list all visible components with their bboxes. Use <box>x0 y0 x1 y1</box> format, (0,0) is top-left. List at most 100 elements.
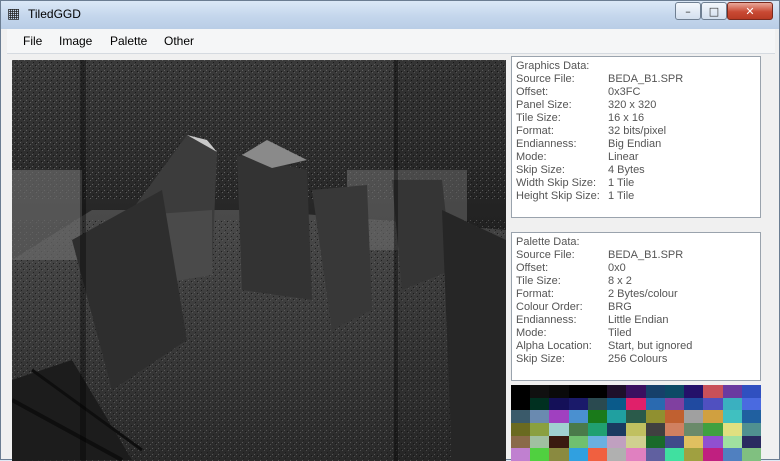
palette-swatch[interactable] <box>645 423 666 436</box>
palette-swatch[interactable] <box>549 448 570 461</box>
palette-swatch[interactable] <box>568 385 589 398</box>
palette-swatch[interactable] <box>684 397 705 411</box>
palette-swatch[interactable] <box>684 435 705 449</box>
palette-swatch[interactable] <box>741 385 761 398</box>
gfx-row: Width Skip Size: 1 Tile <box>516 177 635 189</box>
palette-swatch[interactable] <box>568 410 589 424</box>
palette-swatch[interactable] <box>664 423 685 436</box>
palette-swatch-grid[interactable] <box>511 385 761 461</box>
palette-swatch[interactable] <box>511 385 531 398</box>
menu-palette[interactable]: Palette <box>110 34 147 48</box>
palette-swatch[interactable] <box>568 435 589 449</box>
palette-swatch[interactable] <box>645 397 666 411</box>
palette-swatch[interactable] <box>645 435 666 449</box>
palette-swatch[interactable] <box>587 435 608 449</box>
palette-swatch[interactable] <box>607 385 628 398</box>
palette-swatch[interactable] <box>722 385 743 398</box>
palette-swatch[interactable] <box>722 410 743 424</box>
palette-swatch[interactable] <box>703 435 724 449</box>
palette-swatch[interactable] <box>530 435 551 449</box>
palette-swatch[interactable] <box>741 410 761 424</box>
palette-swatch[interactable] <box>645 385 666 398</box>
palette-swatch[interactable] <box>684 385 705 398</box>
palette-swatch[interactable] <box>530 410 551 424</box>
palette-swatch[interactable] <box>626 423 647 436</box>
palette-swatch[interactable] <box>722 435 743 449</box>
palette-swatch[interactable] <box>587 448 608 461</box>
gfx-row: Source File: BEDA_B1.SPR <box>516 73 684 85</box>
graphics-data-title: Graphics Data: <box>516 60 590 72</box>
app-window: ▦ TiledGGD – □ ✕ File Image Palette Othe… <box>0 0 780 461</box>
palette-swatch[interactable] <box>741 423 761 436</box>
palette-swatch[interactable] <box>511 435 531 449</box>
rendered-tiles-image <box>12 60 506 461</box>
palette-swatch[interactable] <box>568 448 589 461</box>
palette-swatch[interactable] <box>722 423 743 436</box>
palette-swatch[interactable] <box>703 448 724 461</box>
palette-swatch[interactable] <box>664 385 685 398</box>
palette-swatch[interactable] <box>684 410 705 424</box>
palette-swatch[interactable] <box>587 385 608 398</box>
palette-swatch[interactable] <box>607 448 628 461</box>
menu-image[interactable]: Image <box>59 34 92 48</box>
palette-swatch[interactable] <box>741 448 761 461</box>
palette-swatch[interactable] <box>530 385 551 398</box>
palette-swatch[interactable] <box>511 397 531 411</box>
palette-swatch[interactable] <box>549 397 570 411</box>
palette-swatch[interactable] <box>645 448 666 461</box>
title-bar[interactable]: ▦ TiledGGD – □ ✕ <box>1 1 779 29</box>
palette-swatch[interactable] <box>549 423 570 436</box>
palette-swatch[interactable] <box>626 410 647 424</box>
palette-swatch[interactable] <box>626 385 647 398</box>
gfx-row: Format: 32 bits/pixel <box>516 125 667 137</box>
menu-file[interactable]: File <box>23 34 42 48</box>
palette-swatch[interactable] <box>530 448 551 461</box>
palette-swatch[interactable] <box>549 385 570 398</box>
palette-swatch[interactable] <box>741 435 761 449</box>
graphics-canvas[interactable] <box>12 60 506 461</box>
palette-swatch[interactable] <box>626 448 647 461</box>
palette-swatch[interactable] <box>511 410 531 424</box>
palette-swatch[interactable] <box>607 397 628 411</box>
palette-swatch[interactable] <box>664 410 685 424</box>
palette-swatch[interactable] <box>645 410 666 424</box>
palette-swatch[interactable] <box>664 435 685 449</box>
palette-swatch[interactable] <box>703 410 724 424</box>
palette-swatch[interactable] <box>722 448 743 461</box>
palette-swatch[interactable] <box>703 423 724 436</box>
gfx-row: Tile Size: 16 x 16 <box>516 112 645 124</box>
palette-swatch[interactable] <box>587 423 608 436</box>
palette-swatch[interactable] <box>607 423 628 436</box>
palette-swatch[interactable] <box>511 448 531 461</box>
app-icon[interactable]: ▦ <box>7 6 23 22</box>
palette-swatch[interactable] <box>626 397 647 411</box>
palette-swatch[interactable] <box>568 397 589 411</box>
palette-swatch[interactable] <box>530 397 551 411</box>
palette-swatch[interactable] <box>684 448 705 461</box>
maximize-button[interactable]: □ <box>701 2 727 20</box>
palette-swatch[interactable] <box>568 423 589 436</box>
pal-row: Offset: 0x0 <box>516 262 626 274</box>
menu-other[interactable]: Other <box>164 34 194 48</box>
palette-swatch[interactable] <box>530 423 551 436</box>
palette-swatch[interactable] <box>664 448 685 461</box>
palette-swatch[interactable] <box>549 435 570 449</box>
minimize-button[interactable]: – <box>675 2 701 20</box>
palette-swatch[interactable] <box>587 410 608 424</box>
palette-swatch[interactable] <box>587 397 608 411</box>
palette-data-panel: Palette Data: Source File: BEDA_B1.SPR Of… <box>511 232 761 381</box>
palette-swatch[interactable] <box>626 435 647 449</box>
close-button[interactable]: ✕ <box>727 2 773 20</box>
palette-swatch[interactable] <box>722 397 743 411</box>
palette-swatch[interactable] <box>664 397 685 411</box>
palette-swatch[interactable] <box>741 397 761 411</box>
maximize-icon: □ <box>708 5 720 18</box>
pal-row: Endianness: Little Endian <box>516 314 669 326</box>
palette-swatch[interactable] <box>607 435 628 449</box>
palette-swatch[interactable] <box>607 410 628 424</box>
palette-swatch[interactable] <box>511 423 531 436</box>
palette-swatch[interactable] <box>549 410 570 424</box>
palette-swatch[interactable] <box>703 397 724 411</box>
palette-swatch[interactable] <box>703 385 724 398</box>
palette-swatch[interactable] <box>684 423 705 436</box>
